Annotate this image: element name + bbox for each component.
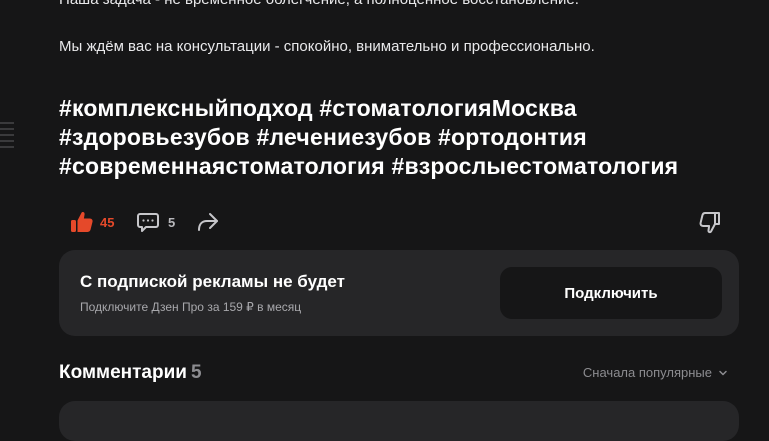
subscribe-button[interactable]: Подключить — [500, 267, 722, 319]
share-icon — [198, 213, 218, 231]
sort-label: Сначала популярные — [582, 365, 712, 380]
handle-line — [0, 122, 14, 124]
comments-sort-dropdown[interactable]: Сначала популярные — [583, 365, 728, 380]
hashtag-list: #комплексныйподход #стоматологияМосква #… — [59, 94, 739, 181]
hashtag-link[interactable]: #взрослыестоматология — [391, 153, 678, 179]
hashtag-link[interactable]: #современнаястоматология — [59, 153, 385, 179]
like-button[interactable]: 45 — [70, 207, 114, 237]
comment-count: 5 — [168, 214, 176, 230]
share-button[interactable] — [196, 207, 220, 237]
comment-icon — [137, 213, 159, 232]
comments-count: 5 — [190, 362, 202, 383]
promo-subtitle: Подключите Дзен Про за 159 ₽ в месяц — [80, 300, 302, 314]
hashtag-link[interactable]: #стоматологияМосква — [319, 95, 576, 121]
promo-title: С подпиской рекламы не будет — [80, 272, 345, 291]
comment-input-card[interactable] — [59, 401, 739, 441]
article-paragraph-previous: Наша задача - не временное облегчение, а… — [59, 0, 579, 8]
handle-line — [0, 134, 14, 136]
handle-line — [0, 128, 14, 130]
comments-button[interactable]: 5 — [136, 207, 175, 237]
comments-title: Комментарии — [59, 362, 187, 383]
thumbs-up-icon — [71, 212, 93, 232]
comments-heading: Комментарии 5 — [59, 362, 202, 384]
handle-line — [0, 146, 14, 148]
subscription-promo: С подпиской рекламы не будет Подключите … — [59, 250, 739, 336]
hashtag-link[interactable]: #комплексныйподход — [59, 95, 313, 121]
hashtag-link[interactable]: #ортодонтия — [438, 124, 587, 150]
like-count: 45 — [100, 214, 115, 230]
article-paragraph: Мы ждём вас на консультации - спокойно, … — [59, 38, 595, 55]
dislike-button[interactable] — [698, 207, 722, 237]
hashtag-link[interactable]: #лечениезубов — [256, 124, 431, 150]
thumbs-down-icon — [699, 212, 720, 234]
chevron-down-icon — [719, 370, 727, 375]
handle-line — [0, 140, 14, 142]
hashtag-link[interactable]: #здоровьезубов — [59, 124, 250, 150]
side-menu-handle[interactable] — [0, 118, 16, 160]
article-actions: 45 5 — [70, 207, 740, 237]
